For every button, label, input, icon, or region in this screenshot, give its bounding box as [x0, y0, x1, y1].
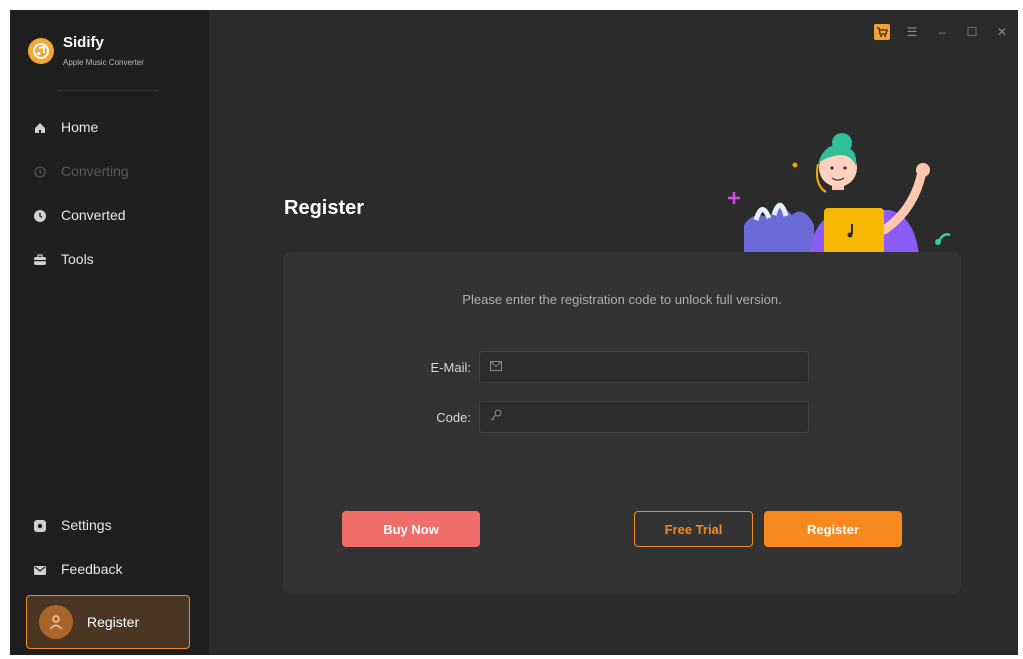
sidebar-item-feedback[interactable]: Feedback	[34, 557, 122, 581]
email-field[interactable]	[479, 351, 809, 383]
code-input[interactable]	[510, 408, 794, 426]
menu-icon[interactable]: ☰	[904, 24, 920, 40]
sidebar-register-button[interactable]: Register	[26, 595, 190, 649]
close-icon[interactable]: ✕	[994, 24, 1010, 40]
window-controls: ☰ – ☐ ✕	[874, 24, 1010, 40]
sidebar-item-label: Feedback	[61, 561, 123, 577]
sidebar-item-home[interactable]: Home	[34, 115, 98, 139]
register-panel: Please enter the registration code to un…	[283, 252, 961, 594]
free-trial-button[interactable]: Free Trial	[634, 511, 753, 547]
user-icon	[49, 615, 63, 630]
clock-icon	[34, 209, 46, 222]
sidebar-item-converting[interactable]: Converting	[34, 159, 129, 183]
page-title: Register	[284, 197, 365, 219]
cart-icon[interactable]	[874, 24, 890, 40]
toolbox-icon	[34, 253, 46, 265]
email-input[interactable]	[510, 358, 794, 376]
sidebar-item-tools[interactable]: Tools	[34, 247, 94, 271]
buy-now-button[interactable]: Buy Now	[342, 511, 480, 547]
gear-icon	[34, 519, 46, 532]
sidebar-item-label: Home	[61, 119, 99, 135]
sidify-logo-icon	[28, 38, 54, 64]
app-window: Sidify Apple Music Converter Home Conver…	[10, 10, 1018, 655]
home-icon	[34, 121, 46, 133]
register-button[interactable]: Register	[764, 511, 902, 547]
minimize-icon[interactable]: –	[934, 24, 950, 40]
converting-icon	[34, 165, 46, 178]
email-label: E-Mail:	[430, 360, 471, 375]
sidebar-item-label: Settings	[61, 517, 112, 533]
register-illustration	[728, 133, 951, 255]
sidebar: Sidify Apple Music Converter Home Conver…	[10, 10, 209, 655]
sidebar-item-label: Converted	[61, 207, 126, 223]
app-name: Sidify	[63, 34, 104, 51]
sidebar-divider	[58, 90, 158, 91]
sidebar-item-label: Tools	[61, 251, 94, 267]
avatar	[39, 605, 73, 639]
mail-icon	[34, 563, 46, 575]
sidebar-item-settings[interactable]: Settings	[34, 513, 112, 537]
sidebar-register-label: Register	[87, 614, 140, 630]
key-icon	[490, 408, 502, 426]
instruction-text: Please enter the registration code to un…	[462, 292, 782, 307]
sidebar-item-label: Converting	[61, 163, 129, 179]
envelope-icon	[490, 358, 502, 376]
sidebar-item-converted[interactable]: Converted	[34, 203, 126, 227]
app-subtitle: Apple Music Converter	[63, 58, 144, 67]
code-field[interactable]	[479, 401, 809, 433]
code-label: Code:	[436, 410, 471, 425]
maximize-icon[interactable]: ☐	[964, 24, 980, 40]
